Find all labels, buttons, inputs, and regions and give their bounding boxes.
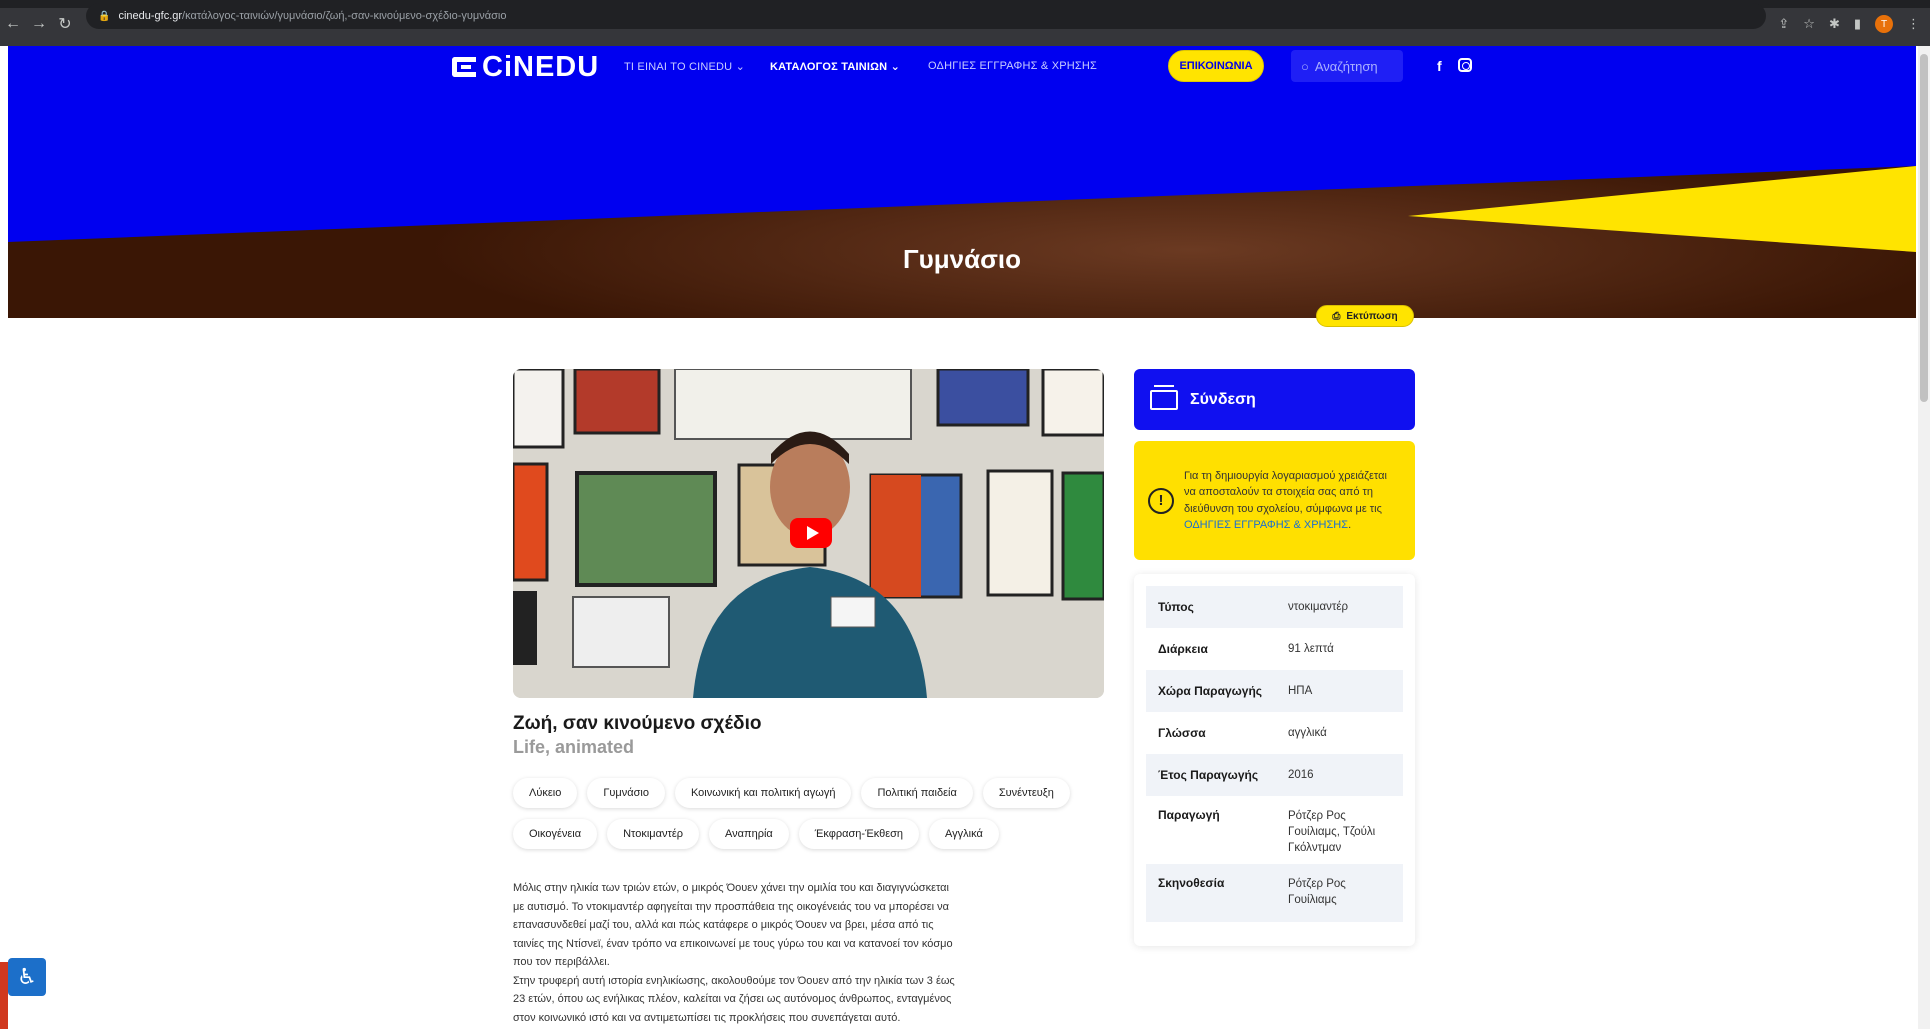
- info-row: Έτος Παραγωγής 2016: [1146, 754, 1403, 796]
- film-subtitle: Life, animated: [513, 737, 635, 757]
- description-line: στον κοινωνικό ιστό και να αντιμετωπίσει…: [513, 1011, 901, 1024]
- nav-item-instructions[interactable]: ΟΔΗΓΙΕΣ ΕΓΓΡΑΦΗΣ & ΧΡΗΣΗΣ: [928, 60, 1097, 72]
- info-label: Παραγωγή: [1158, 808, 1220, 822]
- info-value: Ρότζερ Ρος Γουίλιαμς: [1288, 878, 1346, 906]
- description-line: που τον περιβάλλει.: [513, 956, 610, 968]
- menu-kebab-icon[interactable]: ⋮: [1907, 16, 1920, 32]
- printer-icon: ⎙: [1332, 310, 1341, 322]
- print-label: Εκτύπωση: [1346, 310, 1398, 322]
- notice-tail: .: [1348, 519, 1352, 531]
- tag-chip[interactable]: Οικογένεια: [513, 819, 598, 849]
- page-scrollbar[interactable]: [1918, 46, 1930, 1029]
- tag-chip[interactable]: Ντοκιμαντέρ: [607, 819, 700, 849]
- tag-chip[interactable]: Συνέντευξη: [982, 778, 1070, 808]
- description-line: ταινίες της Ντίσνεϊ, έναν τρόπο να επικο…: [513, 937, 953, 950]
- info-label: Διάρκεια: [1158, 642, 1208, 656]
- info-value: ΗΠΑ: [1288, 685, 1313, 697]
- film-title: Ζωή, σαν κινούμενο σχέδιο: [513, 713, 762, 734]
- film-description: Μόλις στην ηλικία των τριών ετών, ο μικρ…: [513, 879, 1033, 1027]
- logo-text: CiNEDU: [482, 50, 600, 83]
- registration-notice: ! Για τη δημιουργία λογαριασμού χρειάζετ…: [1134, 441, 1415, 560]
- description-line: Στην τρυφερή αυτή ιστορία ενηλικίωσης, α…: [513, 974, 955, 987]
- instagram-icon[interactable]: [1458, 58, 1472, 72]
- warning-icon: !: [1148, 487, 1174, 514]
- page-title: Γυμνάσιο: [902, 244, 1021, 274]
- info-row: Διάρκεια 91 λεπτά: [1146, 628, 1403, 670]
- film-info-card: Τύπος ντοκιμαντέρ Διάρκεια 91 λεπτά Χώρα…: [1134, 574, 1415, 946]
- info-label: Σκηνοθεσία: [1158, 876, 1225, 890]
- info-value: ντοκιμαντέρ: [1288, 601, 1349, 613]
- info-value: 91 λεπτά: [1288, 643, 1334, 655]
- tag-chip[interactable]: Κοινωνική και πολιτική αγωγή: [674, 778, 852, 808]
- tag-chip[interactable]: Πολιτική παιδεία: [861, 778, 973, 808]
- search-input[interactable]: ○ Αναζήτηση: [1291, 50, 1403, 82]
- extensions-icon[interactable]: ✱: [1829, 16, 1840, 32]
- description-line: επανασυνδεθεί μαζί του, αλλά και πώς κατ…: [513, 919, 934, 931]
- facebook-icon[interactable]: f: [1437, 58, 1442, 74]
- info-label: Τύπος: [1158, 600, 1194, 614]
- scrollbar-thumb[interactable]: [1920, 54, 1928, 402]
- login-icon: [1150, 384, 1178, 410]
- tag-chip[interactable]: Αγγλικά: [929, 819, 999, 849]
- logo-mark-icon: [452, 57, 476, 77]
- contact-button[interactable]: ΕΠΙΚΟΙΝΩΝΙΑ: [1168, 50, 1264, 82]
- profile-avatar[interactable]: T: [1875, 15, 1893, 33]
- info-row: Χώρα Παραγωγής ΗΠΑ: [1146, 670, 1403, 712]
- search-placeholder: Αναζήτηση: [1314, 58, 1378, 74]
- info-label: Έτος Παραγωγής: [1158, 768, 1259, 782]
- info-value: αγγλικά: [1288, 727, 1327, 739]
- info-value: Ρότζερ Ρος Γουίλιαμς, Τζούλι Γκόλντμαν: [1288, 810, 1376, 854]
- back-icon[interactable]: ←: [0, 15, 26, 33]
- cinedu-logo[interactable]: CiNEDU: [452, 50, 600, 83]
- info-label: Χώρα Παραγωγής: [1158, 684, 1263, 698]
- notice-body: Για τη δημιουργία λογαριασμού χρειάζεται…: [1184, 469, 1387, 515]
- video-player[interactable]: [513, 369, 1104, 698]
- notice-text: Για τη δημιουργία λογαριασμού χρειάζεται…: [1184, 468, 1397, 534]
- login-label: Σύνδεση: [1190, 390, 1256, 408]
- nav-item-about[interactable]: ΤΙ ΕΙΝΑΙ ΤΟ CINEDU ⌄: [624, 60, 745, 73]
- login-button[interactable]: Σύνδεση: [1134, 369, 1415, 430]
- reload-icon[interactable]: ↻: [52, 14, 78, 34]
- lock-icon: 🔒: [98, 10, 111, 22]
- tag-chip[interactable]: Αναπηρία: [709, 819, 789, 849]
- description-line: με αυτισμό. Το ντοκιμαντέρ αφηγείται την…: [513, 900, 949, 913]
- browser-chrome: ← → ↻ 🔒 cinedu-gfc.gr /κατάλογος-ταινιών…: [0, 0, 1930, 46]
- share-icon[interactable]: ⇪: [1778, 16, 1789, 32]
- description-line: Μόλις στην ηλικία των τριών ετών, ο μικρ…: [513, 882, 949, 894]
- forward-icon[interactable]: →: [26, 15, 52, 33]
- info-row: Παραγωγή Ρότζερ Ρος Γουίλιαμς, Τζούλι Γκ…: [1146, 796, 1403, 864]
- search-icon: ○: [1301, 58, 1309, 74]
- info-label: Γλώσσα: [1158, 726, 1206, 740]
- tag-chip[interactable]: Έκφραση-Έκθεση: [798, 819, 920, 849]
- sidepanel-icon[interactable]: ▮: [1854, 16, 1861, 32]
- accessibility-icon[interactable]: ♿: [8, 958, 46, 996]
- print-button[interactable]: ⎙ Εκτύπωση: [1316, 305, 1414, 327]
- url-host: cinedu-gfc.gr: [118, 10, 183, 22]
- site-header: CiNEDU ΤΙ ΕΙΝΑΙ ΤΟ CINEDU ⌄ ΚΑΤΑΛΟΓΟΣ ΤΑ…: [0, 46, 1930, 90]
- info-row: Τύπος ντοκιμαντέρ: [1146, 586, 1403, 628]
- side-edge-accent: [0, 962, 8, 1029]
- browser-actions: ⇪ ☆ ✱ ▮ T ⋮: [1778, 8, 1920, 40]
- description-line: 23 ετών, όπου ως ενήλικας πλέον, καλείτα…: [513, 993, 952, 1005]
- url-path: /κατάλογος-ταινιών/γυμνάσιο/ζωή,-σαν-κιν…: [182, 10, 507, 22]
- tag-chip[interactable]: Γυμνάσιο: [587, 778, 665, 808]
- info-row: Σκηνοθεσία Ρότζερ Ρος Γουίλιαμς: [1146, 864, 1403, 922]
- tag-chip[interactable]: Λύκειο: [513, 778, 578, 808]
- info-row: Γλώσσα αγγλικά: [1146, 712, 1403, 754]
- youtube-play-icon[interactable]: [790, 518, 832, 548]
- bookmark-star-icon[interactable]: ☆: [1803, 16, 1815, 32]
- nav-item-catalog[interactable]: ΚΑΤΑΛΟΓΟΣ ΤΑΙΝΙΩΝ ⌄: [770, 60, 900, 73]
- address-bar[interactable]: 🔒 cinedu-gfc.gr /κατάλογος-ταινιών/γυμνά…: [86, 3, 1766, 29]
- tag-list: Λύκειο Γυμνάσιο Κοινωνική και πολιτική α…: [513, 778, 1113, 849]
- instructions-link[interactable]: ΟΔΗΓΙΕΣ ΕΓΓΡΑΦΗΣ & ΧΡΗΣΗΣ: [1184, 519, 1348, 531]
- info-value: 2016: [1288, 769, 1314, 781]
